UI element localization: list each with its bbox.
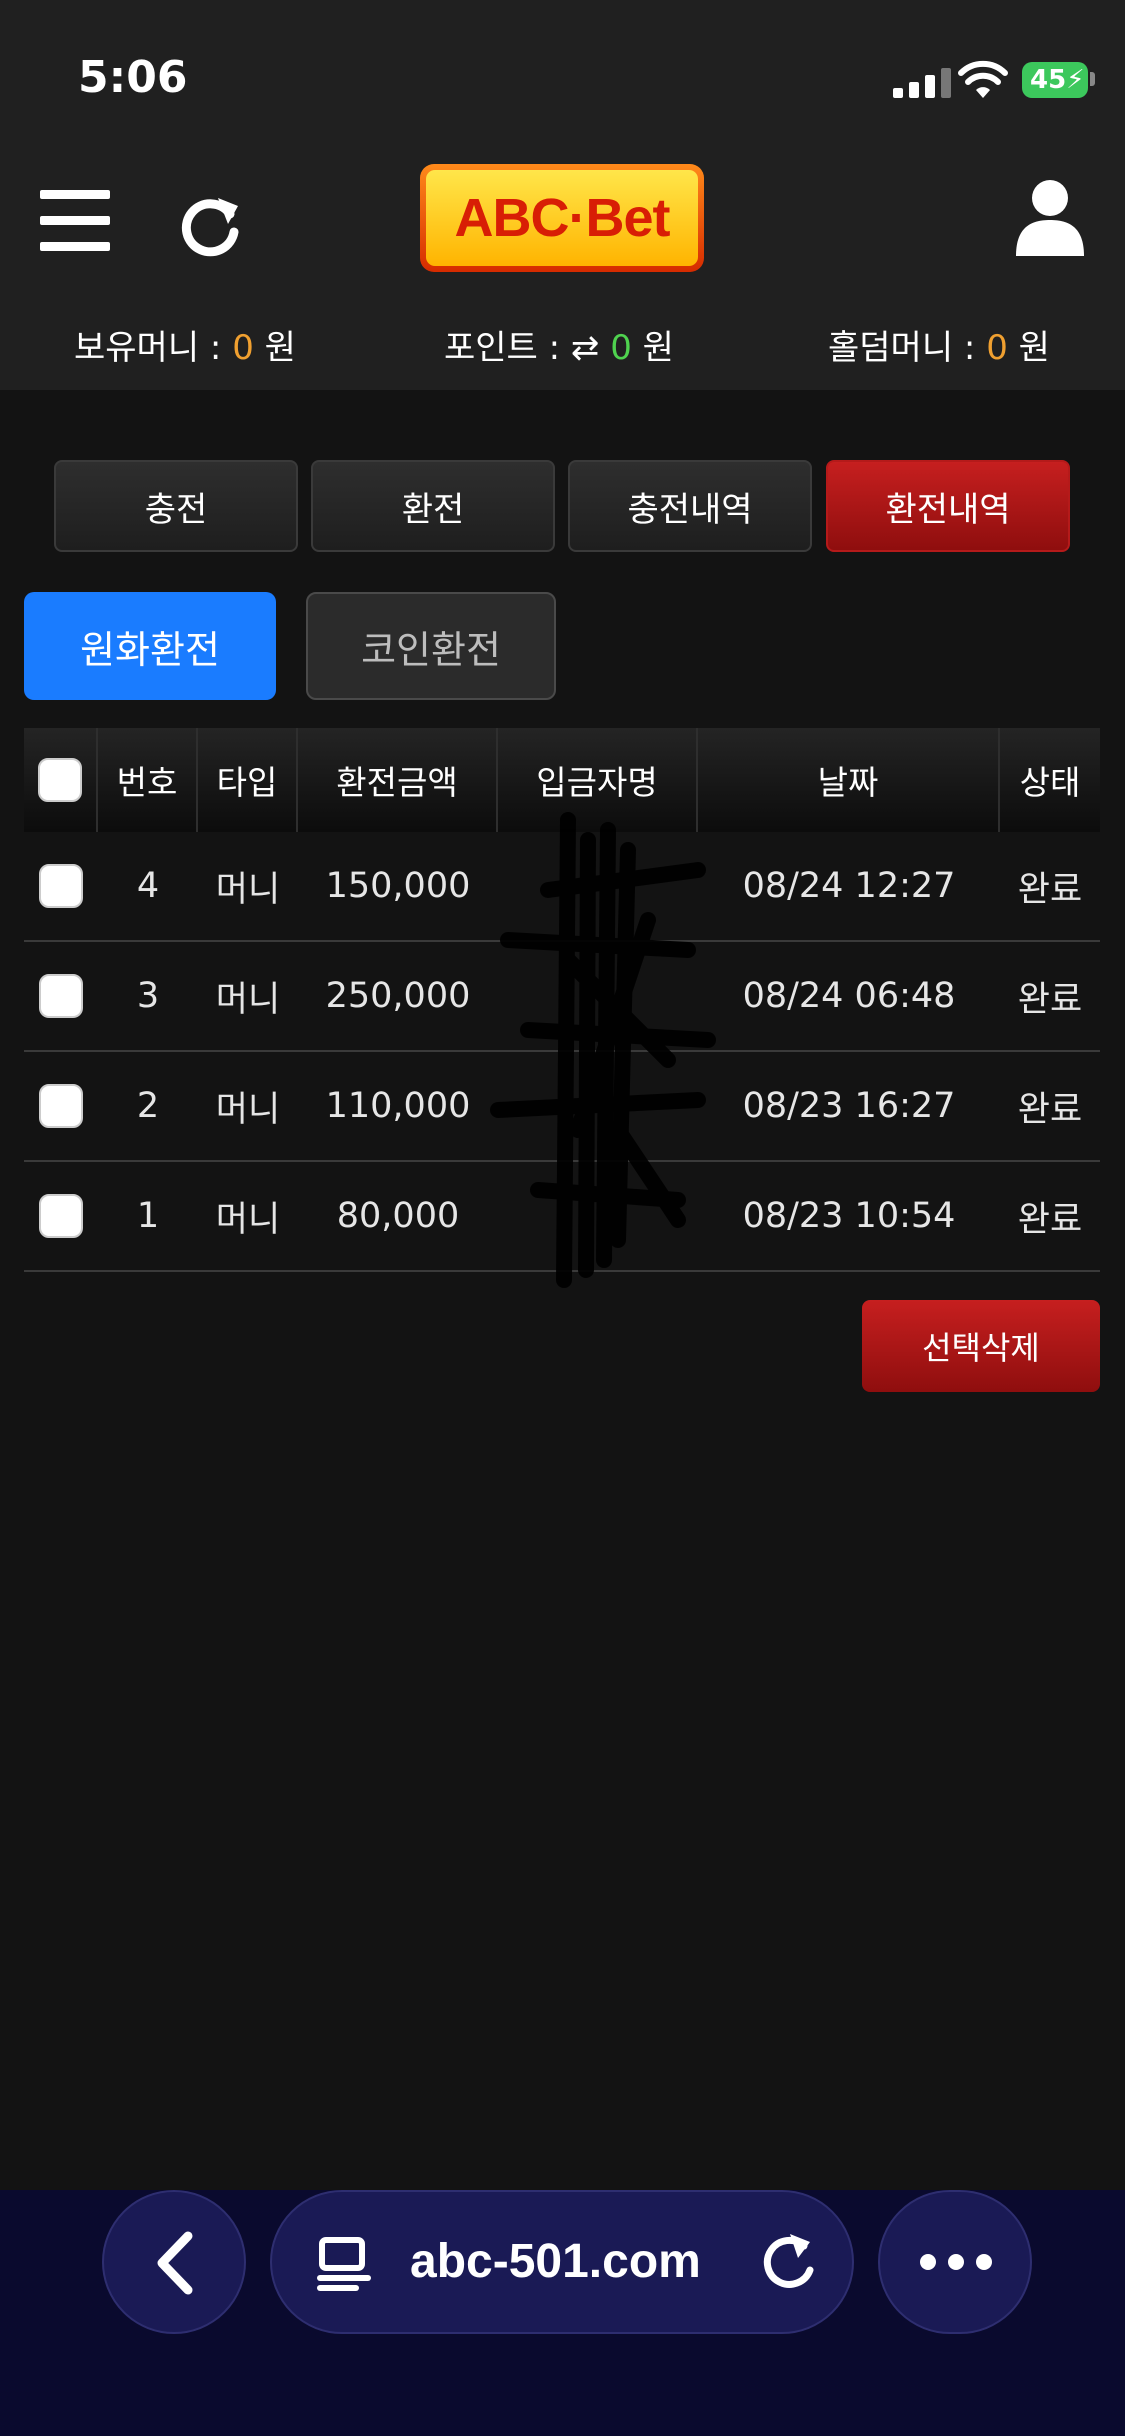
battery-icon: 45⚡ bbox=[1022, 62, 1088, 98]
header-type: 타입 bbox=[198, 728, 298, 832]
cell-num: 1 bbox=[136, 1196, 160, 1236]
holdem-label: 홀덤머니 : bbox=[828, 328, 987, 368]
cell-status: 완료 bbox=[1017, 979, 1083, 1020]
cell-status: 완료 bbox=[1017, 1089, 1083, 1130]
balance-holdem: 홀덤머니 : 0 원 bbox=[828, 320, 1050, 369]
cell-status: 완료 bbox=[1017, 1199, 1083, 1240]
point-exchange-icon[interactable]: ⇄ bbox=[571, 328, 610, 368]
logo-text: ABC·Bet bbox=[454, 188, 671, 248]
select-all-cell bbox=[24, 728, 98, 832]
point-unit: 원 bbox=[631, 328, 674, 368]
delete-selected-button[interactable]: 선택삭제 bbox=[862, 1300, 1100, 1392]
row-select-cell bbox=[24, 1162, 98, 1270]
wifi-icon bbox=[958, 60, 1008, 98]
browser-back-button[interactable] bbox=[102, 2190, 246, 2334]
chevron-left-icon bbox=[157, 2231, 193, 2295]
logo-plate: ABC·Bet bbox=[426, 170, 698, 266]
page-menu-icon[interactable] bbox=[316, 2234, 374, 2292]
row-checkbox[interactable] bbox=[39, 1084, 83, 1128]
tab-deposit-history[interactable]: 충전내역 bbox=[568, 460, 812, 552]
status-time: 5:06 bbox=[78, 52, 188, 103]
battery-tip bbox=[1090, 72, 1095, 86]
row-checkbox[interactable] bbox=[39, 974, 83, 1018]
tab-withdraw[interactable]: 환전 bbox=[311, 460, 555, 552]
select-all-checkbox[interactable] bbox=[38, 758, 82, 802]
header-status: 상태 bbox=[1019, 763, 1081, 802]
battery-level: 45 bbox=[1030, 65, 1067, 95]
cell-type: 머니 bbox=[215, 979, 281, 1020]
balance-point: 포인트 : ⇄ 0 원 bbox=[444, 320, 674, 369]
subtab-krw-withdraw[interactable]: 원화환전 bbox=[24, 592, 276, 700]
refresh-icon[interactable] bbox=[178, 192, 244, 258]
point-value: 0 bbox=[610, 328, 632, 368]
row-select-cell bbox=[24, 832, 98, 940]
ellipsis-icon bbox=[920, 2254, 992, 2270]
cell-type: 머니 bbox=[215, 869, 281, 910]
subtab-coin-withdraw[interactable]: 코인환전 bbox=[306, 592, 556, 700]
cell-num: 2 bbox=[136, 1086, 160, 1126]
reload-icon[interactable] bbox=[758, 2230, 820, 2296]
cell-date: 08/23 10:54 bbox=[742, 1196, 956, 1236]
cell-date: 08/24 12:27 bbox=[742, 866, 956, 906]
balance-unit: 원 bbox=[253, 328, 296, 368]
cell-num: 3 bbox=[136, 976, 160, 1016]
redaction-scribble bbox=[490, 812, 716, 1288]
address-bar[interactable]: abc-501.com bbox=[270, 2190, 854, 2334]
holdem-unit: 원 bbox=[1007, 328, 1050, 368]
tab-deposit[interactable]: 충전 bbox=[54, 460, 298, 552]
row-select-cell bbox=[24, 942, 98, 1050]
main-tabs: 충전 환전 충전내역 환전내역 bbox=[54, 460, 1070, 556]
header-num: 번호 bbox=[98, 728, 198, 832]
tab-withdraw-history[interactable]: 환전내역 bbox=[826, 460, 1070, 552]
header-date: 날짜 bbox=[698, 728, 1000, 832]
url-text: abc-501.com bbox=[410, 2235, 701, 2288]
user-icon[interactable] bbox=[1012, 178, 1088, 258]
menu-icon[interactable] bbox=[40, 190, 110, 252]
cell-num: 4 bbox=[136, 866, 160, 906]
balance-money: 보유머니 : 0 원 bbox=[74, 320, 296, 369]
more-options-button[interactable] bbox=[878, 2190, 1032, 2334]
signal-icon bbox=[893, 68, 955, 98]
site-logo[interactable]: ABC·Bet bbox=[420, 164, 704, 272]
row-checkbox[interactable] bbox=[39, 1194, 83, 1238]
holdem-value: 0 bbox=[986, 328, 1008, 368]
cell-type: 머니 bbox=[215, 1089, 281, 1130]
cell-date: 08/24 06:48 bbox=[742, 976, 956, 1016]
point-label: 포인트 : bbox=[444, 328, 571, 368]
balance-label: 보유머니 : bbox=[74, 328, 233, 368]
cell-status: 완료 bbox=[1017, 869, 1083, 910]
row-select-cell bbox=[24, 1052, 98, 1160]
balance-value: 0 bbox=[232, 328, 254, 368]
cell-type: 머니 bbox=[215, 1199, 281, 1240]
row-checkbox[interactable] bbox=[39, 864, 83, 908]
cell-date: 08/23 16:27 bbox=[742, 1086, 956, 1126]
